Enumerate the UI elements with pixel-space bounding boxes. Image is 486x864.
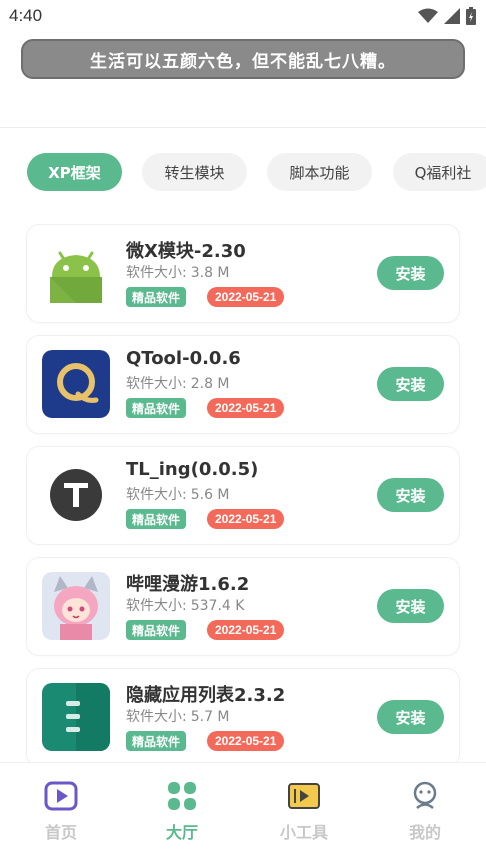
nav-mine[interactable]: 我的 xyxy=(385,781,465,843)
motto-banner: 生活可以五颜六色，但不能乱七八糟。 xyxy=(21,39,465,79)
nav-mine-label: 我的 xyxy=(408,823,441,842)
app-name: QTool-0.0.6 xyxy=(126,348,241,369)
quality-badge: 精品软件 xyxy=(126,731,187,751)
app-size: 软件大小: 5.7 M xyxy=(126,709,230,725)
quality-badge: 精品软件 xyxy=(126,509,187,529)
install-button[interactable]: 安装 xyxy=(377,589,444,623)
install-button[interactable]: 安装 xyxy=(377,700,444,734)
status-icons xyxy=(418,7,476,25)
nav-tools[interactable]: 小工具 xyxy=(264,781,344,843)
nav-tools-label: 小工具 xyxy=(279,823,328,842)
date-badge: 2022-05-21 xyxy=(207,620,285,640)
tab-reborn-module[interactable]: 转生模块 xyxy=(142,153,247,191)
tab-xp-framework[interactable]: XP框架 xyxy=(27,153,122,191)
tab-q-welfare[interactable]: Q福利社 xyxy=(393,153,486,191)
quality-badge: 精品软件 xyxy=(126,620,187,640)
app-name: 微X模块-2.30 xyxy=(126,241,246,262)
date-badge: 2022-05-21 xyxy=(207,509,285,529)
app-card[interactable]: QTool-0.0.6 软件大小: 2.8 M 精品软件 2022-05-21 安… xyxy=(27,336,459,433)
nav-home-label: 首页 xyxy=(44,823,77,842)
video-tool-icon xyxy=(288,783,320,809)
app-card[interactable]: 微X模块-2.30 软件大小: 3.8 M 精品软件 2022-05-21 安装 xyxy=(27,225,459,322)
app-size: 软件大小: 5.6 M xyxy=(126,487,230,503)
app-name: 隐藏应用列表2.3.2 xyxy=(126,685,286,706)
status-time: 4:40 xyxy=(9,6,43,25)
install-button[interactable]: 安装 xyxy=(377,478,444,512)
nav-hall-label: 大厅 xyxy=(165,823,198,842)
status-bar: 4:40 xyxy=(0,0,486,34)
app-size: 软件大小: 3.8 M xyxy=(126,265,230,281)
date-badge: 2022-05-21 xyxy=(207,731,285,751)
divider xyxy=(0,127,486,128)
quality-badge: 精品软件 xyxy=(126,398,187,418)
nav-home[interactable]: 首页 xyxy=(21,781,101,843)
signal-icon xyxy=(444,8,460,24)
app-size: 软件大小: 2.8 M xyxy=(126,376,230,392)
app-name: 哔哩漫游1.6.2 xyxy=(126,574,250,595)
anime-girl-icon xyxy=(42,572,110,640)
date-badge: 2022-05-21 xyxy=(207,287,285,307)
qtool-icon xyxy=(42,350,110,418)
user-icon xyxy=(413,781,437,809)
battery-icon xyxy=(466,7,476,25)
install-button[interactable]: 安装 xyxy=(377,367,444,401)
app-card[interactable]: TL_ing(0.0.5) 软件大小: 5.6 M 精品软件 2022-05-21… xyxy=(27,447,459,544)
app-size: 软件大小: 537.4 K xyxy=(126,598,245,614)
hide-app-list-icon xyxy=(42,683,110,751)
grid-icon xyxy=(168,782,196,810)
bottom-nav: 首页 大厅 小工具 我的 xyxy=(0,762,486,864)
quality-badge: 精品软件 xyxy=(126,287,187,307)
tab-script-function[interactable]: 脚本功能 xyxy=(267,153,372,191)
category-tabs: XP框架 转生模块 脚本功能 Q福利社 xyxy=(0,153,486,191)
app-card[interactable]: 隐藏应用列表2.3.2 软件大小: 5.7 M 精品软件 2022-05-21 安… xyxy=(27,669,459,766)
wifi-icon xyxy=(418,8,438,23)
tl-ing-icon xyxy=(42,461,110,529)
date-badge: 2022-05-21 xyxy=(207,398,285,418)
app-card[interactable]: 哔哩漫游1.6.2 软件大小: 537.4 K 精品软件 2022-05-21 安… xyxy=(27,558,459,655)
app-name: TL_ing(0.0.5) xyxy=(126,459,259,480)
install-button[interactable]: 安装 xyxy=(377,256,444,290)
android-icon xyxy=(42,239,110,307)
nav-hall[interactable]: 大厅 xyxy=(142,781,222,843)
play-icon xyxy=(44,781,78,811)
